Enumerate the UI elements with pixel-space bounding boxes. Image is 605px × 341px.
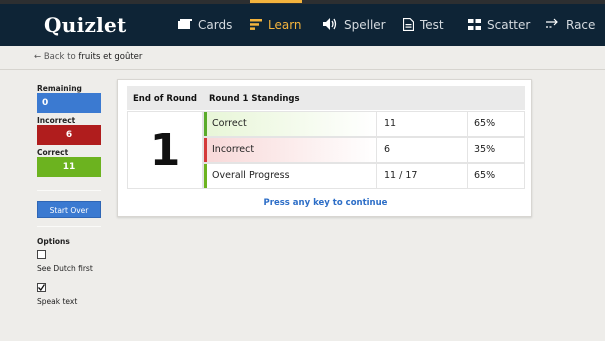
nav-scatter[interactable]: Scatter bbox=[468, 4, 530, 46]
options-heading: Options bbox=[37, 237, 70, 246]
nav-scatter-label: Scatter bbox=[487, 18, 531, 32]
quizlet-logo[interactable]: Quizlet bbox=[44, 13, 127, 37]
row-value: 11 / 17 bbox=[376, 164, 467, 188]
row-label: Incorrect bbox=[204, 138, 376, 162]
row-percent: 35% bbox=[467, 138, 525, 162]
test-icon bbox=[402, 17, 415, 33]
nav-learn[interactable]: Learn bbox=[250, 0, 302, 46]
table-row-correct: Correct 11 65% bbox=[203, 111, 525, 137]
table-row-overall-progress: Overall Progress 11 / 17 65% bbox=[203, 163, 525, 189]
row-value: 11 bbox=[376, 112, 467, 136]
see-dutch-first-checkbox[interactable] bbox=[37, 250, 46, 259]
results-table-header: End of Round Round 1 Standings bbox=[127, 86, 525, 110]
race-icon bbox=[546, 18, 560, 32]
nav-learn-label: Learn bbox=[268, 18, 302, 32]
round-number: 1 bbox=[127, 111, 203, 189]
nav-cards-label: Cards bbox=[198, 18, 233, 32]
learn-sidebar: Remaining 0 Incorrect 6 Correct 11 Start… bbox=[37, 84, 101, 306]
scatter-icon bbox=[468, 18, 481, 32]
sidebar-divider bbox=[37, 190, 101, 191]
round-results-panel: End of Round Round 1 Standings 1 Correct… bbox=[117, 79, 532, 217]
correct-label: Correct bbox=[37, 148, 69, 157]
checkmark-icon bbox=[38, 284, 46, 292]
nav-test[interactable]: Test bbox=[402, 4, 444, 46]
round-standings-header: Round 1 Standings bbox=[209, 94, 300, 104]
end-of-round-header: End of Round bbox=[133, 94, 197, 104]
active-tab-indicator bbox=[250, 0, 302, 3]
breadcrumb-bar: ← Back to fruits et goûter bbox=[0, 46, 605, 70]
row-value: 6 bbox=[376, 138, 467, 162]
nav-speller[interactable]: Speller bbox=[323, 4, 386, 46]
continue-prompt[interactable]: Press any key to continue bbox=[118, 198, 533, 208]
speaker-icon bbox=[323, 18, 338, 32]
back-link-set-name: fruits et goûter bbox=[78, 52, 143, 62]
sidebar-divider bbox=[37, 226, 101, 227]
back-to-set-link[interactable]: ← Back to fruits et goûter bbox=[34, 52, 142, 62]
row-label: Correct bbox=[204, 112, 376, 136]
speak-text-checkbox[interactable] bbox=[37, 283, 46, 292]
row-percent: 65% bbox=[467, 164, 525, 188]
nav-test-label: Test bbox=[420, 18, 444, 32]
see-dutch-first-label: See Dutch first bbox=[37, 264, 93, 273]
speak-text-label: Speak text bbox=[37, 297, 78, 306]
nav-race[interactable]: Race bbox=[546, 4, 595, 46]
incorrect-label: Incorrect bbox=[37, 116, 76, 125]
correct-count-badge: 11 bbox=[37, 157, 101, 177]
start-over-button[interactable]: Start Over bbox=[37, 201, 101, 218]
incorrect-count-badge: 6 bbox=[37, 125, 101, 145]
remaining-count-badge: 0 bbox=[37, 93, 101, 113]
nav-speller-label: Speller bbox=[344, 18, 386, 32]
top-navigation-bar: Quizlet Cards Learn Speller Test Scatter bbox=[0, 0, 605, 46]
row-percent: 65% bbox=[467, 112, 525, 136]
nav-race-label: Race bbox=[566, 18, 596, 32]
remaining-label: Remaining bbox=[37, 84, 82, 93]
nav-cards[interactable]: Cards bbox=[178, 4, 232, 46]
table-row-incorrect: Incorrect 6 35% bbox=[203, 137, 525, 163]
learn-icon bbox=[250, 18, 262, 32]
row-label: Overall Progress bbox=[204, 164, 376, 188]
back-link-prefix: ← Back to bbox=[34, 52, 76, 62]
cards-icon bbox=[178, 18, 192, 32]
